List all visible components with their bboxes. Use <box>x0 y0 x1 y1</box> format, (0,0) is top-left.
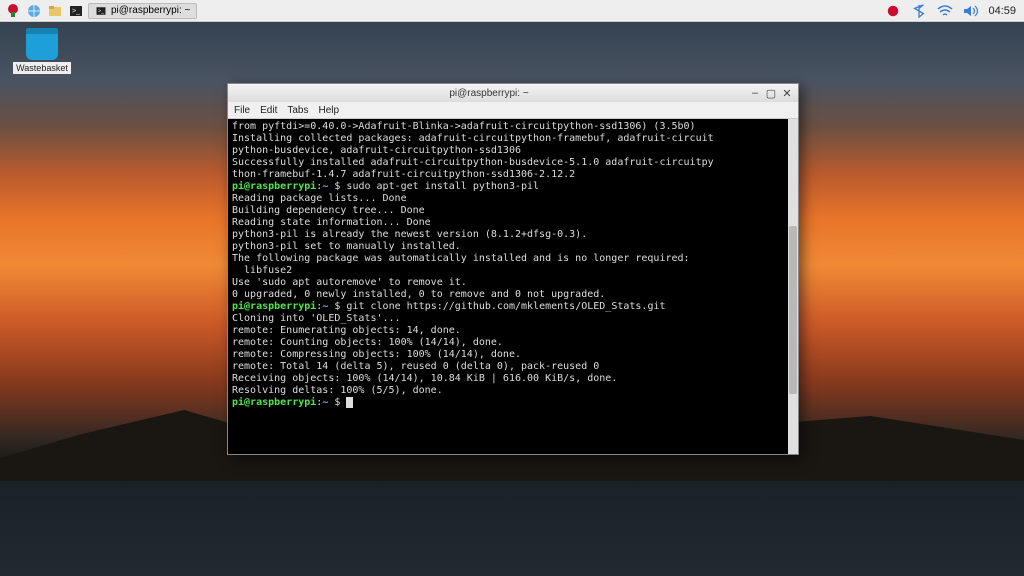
desktop-icon-label: Wastebasket <box>13 62 71 74</box>
term-line: thon-framebuf-1.4.7 adafruit-circuitpyth… <box>232 169 794 181</box>
record-icon[interactable] <box>884 2 902 20</box>
scrollbar-thumb[interactable] <box>789 226 797 394</box>
term-prompt-line: pi@raspberrypi:~ $ <box>232 397 794 409</box>
term-line: Installing collected packages: adafruit-… <box>232 133 794 145</box>
svg-text:>_: >_ <box>98 8 104 14</box>
menu-file[interactable]: File <box>234 105 250 116</box>
terminal-window: pi@raspberrypi: ~ – ▢ ✕ File Edit Tabs H… <box>227 83 799 455</box>
cursor <box>346 397 353 408</box>
menu-edit[interactable]: Edit <box>260 105 277 116</box>
desktop-icon-wastebasket[interactable]: Wastebasket <box>12 28 72 74</box>
term-line: Receiving objects: 100% (14/14), 10.84 K… <box>232 373 794 385</box>
term-line: from pyftdi>=0.40.0->Adafruit-Blinka->ad… <box>232 121 794 133</box>
term-line: python3-pil is already the newest versio… <box>232 229 794 241</box>
taskbar: >_ >_ pi@raspberrypi: ~ 04:59 <box>0 0 1024 22</box>
titlebar[interactable]: pi@raspberrypi: ~ – ▢ ✕ <box>228 84 798 102</box>
menu-bar: File Edit Tabs Help <box>228 102 798 119</box>
browser-icon[interactable] <box>25 2 43 20</box>
wifi-icon[interactable] <box>936 2 954 20</box>
term-line: Reading package lists... Done <box>232 193 794 205</box>
term-line: libfuse2 <box>232 265 794 277</box>
term-line: Cloning into 'OLED_Stats'... <box>232 313 794 325</box>
term-line: Use 'sudo apt autoremove' to remove it. <box>232 277 794 289</box>
wallpaper-water <box>0 481 1024 576</box>
trash-icon <box>26 28 58 60</box>
taskbar-task-terminal[interactable]: >_ pi@raspberrypi: ~ <box>88 3 197 19</box>
menu-help[interactable]: Help <box>318 105 339 116</box>
term-line: python-busdevice, adafruit-circuitpython… <box>232 145 794 157</box>
term-line: The following package was automatically … <box>232 253 794 265</box>
svg-text:>_: >_ <box>72 8 80 15</box>
terminal-body[interactable]: from pyftdi>=0.40.0->Adafruit-Blinka->ad… <box>228 119 798 454</box>
window-title: pi@raspberrypi: ~ <box>232 88 746 99</box>
term-prompt-line: pi@raspberrypi:~ $ sudo apt-get install … <box>232 181 794 193</box>
term-line: Reading state information... Done <box>232 217 794 229</box>
terminal-scrollbar[interactable] <box>788 119 798 454</box>
term-line: remote: Compressing objects: 100% (14/14… <box>232 349 794 361</box>
maximize-button[interactable]: ▢ <box>764 86 778 100</box>
term-line: Building dependency tree... Done <box>232 205 794 217</box>
close-button[interactable]: ✕ <box>780 86 794 100</box>
term-line: Successfully installed adafruit-circuitp… <box>232 157 794 169</box>
clock[interactable]: 04:59 <box>988 5 1020 17</box>
term-line: remote: Enumerating objects: 14, done. <box>232 325 794 337</box>
terminal-launch-icon[interactable]: >_ <box>67 2 85 20</box>
term-line: remote: Counting objects: 100% (14/14), … <box>232 337 794 349</box>
app-menu-icon[interactable] <box>4 2 22 20</box>
minimize-button[interactable]: – <box>748 86 762 100</box>
term-prompt-line: pi@raspberrypi:~ $ git clone https://git… <box>232 301 794 313</box>
bluetooth-icon[interactable] <box>910 2 928 20</box>
volume-icon[interactable] <box>962 2 980 20</box>
term-line: 0 upgraded, 0 newly installed, 0 to remo… <box>232 289 794 301</box>
term-line: Resolving deltas: 100% (5/5), done. <box>232 385 794 397</box>
menu-tabs[interactable]: Tabs <box>287 105 308 116</box>
taskbar-task-label: pi@raspberrypi: ~ <box>111 5 190 16</box>
term-line: remote: Total 14 (delta 5), reused 0 (de… <box>232 361 794 373</box>
term-line: python3-pil set to manually installed. <box>232 241 794 253</box>
file-manager-icon[interactable] <box>46 2 64 20</box>
